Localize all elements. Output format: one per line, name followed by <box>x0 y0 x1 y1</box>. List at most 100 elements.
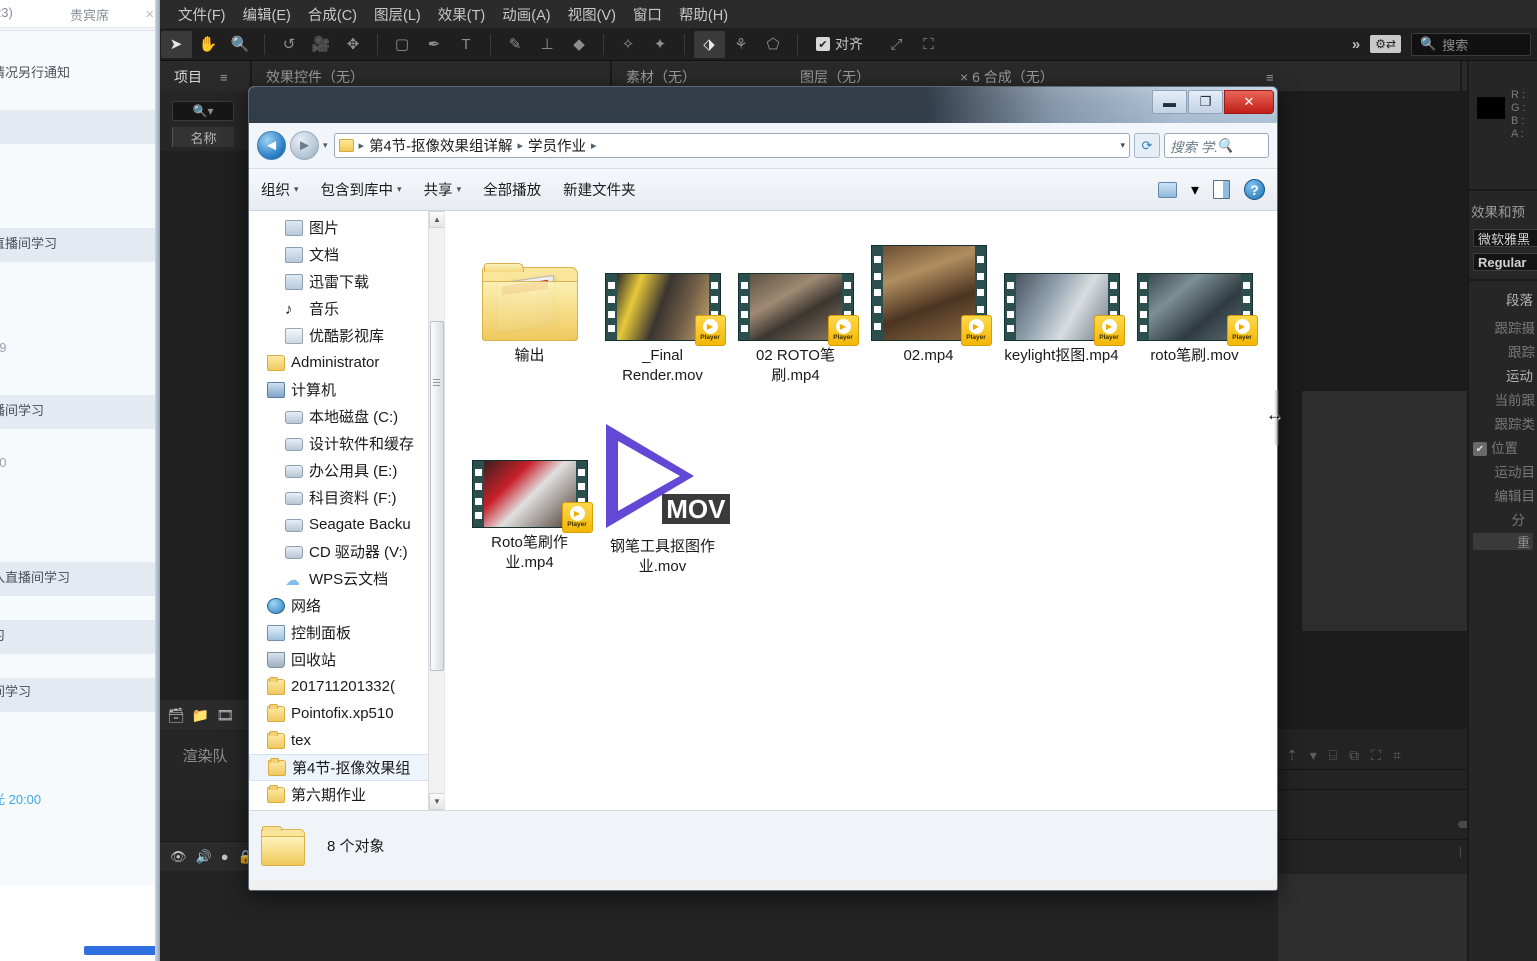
bin-icon[interactable]: 🗃 <box>167 707 185 724</box>
tree-item-cd-drive-v[interactable]: CD 驱动器 (V:) <box>249 538 444 565</box>
tree-item-subject-data-f[interactable]: 科目资料 (F:) <box>249 484 444 511</box>
file-item-output-folder[interactable]: 输出 <box>463 227 596 386</box>
project-panel-menu-icon[interactable]: ≡ <box>220 70 228 85</box>
tree-item-control-panel[interactable]: 控制面板 <box>249 619 444 646</box>
forward-button[interactable]: ► <box>290 131 319 160</box>
camera-tool-icon[interactable]: 🎥 <box>306 31 337 58</box>
tree-item-section4-keying[interactable]: 第4节-抠像效果组 <box>249 754 444 781</box>
chevron-down-icon[interactable]: ▾ <box>323 140 328 151</box>
tree-item-seagate-backup[interactable]: Seagate Backu <box>249 511 444 538</box>
eye-icon[interactable]: 👁 <box>170 849 187 865</box>
scroll-down-icon[interactable]: ▼ <box>429 793 444 810</box>
composition-panel-menu-icon[interactable]: ≡ <box>1266 70 1274 85</box>
tab-effect-controls[interactable]: 效果控件（无） <box>266 67 364 87</box>
clone-stamp-tool-icon[interactable]: ⊥ <box>532 31 563 58</box>
file-item-roto-brush-homework[interactable]: ▶ Player Roto笔刷作业.mp4 <box>463 414 596 577</box>
pen-tool-icon[interactable]: ✒ <box>419 31 450 58</box>
tab-project[interactable]: 项目 <box>174 67 202 93</box>
close-button[interactable]: ✕ <box>1224 90 1274 114</box>
file-item-pen-tool-keying-homework[interactable]: MOV 钢笔工具抠图作业.mov <box>596 414 730 577</box>
webpage-row-5[interactable] <box>0 620 160 654</box>
menu-help[interactable]: 帮助(H) <box>679 4 728 25</box>
menu-composition[interactable]: 合成(C) <box>308 4 357 25</box>
shape-tool-icon[interactable]: ▢ <box>387 31 418 58</box>
text-tool-icon[interactable]: T <box>451 31 482 58</box>
organize-button[interactable]: 组织 ▾ <box>261 179 299 200</box>
snap-toggle[interactable]: ✔ 对齐 <box>816 34 863 54</box>
tree-item-office-tools-e[interactable]: 办公用具 (E:) <box>249 457 444 484</box>
roto-brush-tool-icon[interactable]: ✧ <box>613 31 644 58</box>
chevron-right-icon[interactable]: » <box>1352 36 1360 53</box>
tree-item-local-disk-c[interactable]: 本地磁盘 (C:) <box>249 403 444 430</box>
tree-item-administrator[interactable]: Administrator <box>249 349 444 376</box>
film-icon[interactable]: 🎞 <box>216 707 234 724</box>
menu-layer[interactable]: 图层(L) <box>374 4 421 25</box>
title-bar[interactable]: ▬ ❐ ✕ <box>249 87 1277 123</box>
refresh-button[interactable]: ⟳ <box>1134 133 1160 158</box>
hand-tool-icon[interactable]: ✋ <box>193 31 224 58</box>
tree-item-computer[interactable]: 计算机 <box>249 376 444 403</box>
address-dropdown-icon[interactable]: ▾ <box>1120 140 1125 151</box>
tracker-reset-button[interactable]: 重 <box>1473 533 1533 550</box>
webpage-accent-bar[interactable] <box>84 946 156 955</box>
help-icon[interactable]: ? <box>1244 179 1265 200</box>
webpage-row-1[interactable] <box>0 110 160 144</box>
navigation-pane[interactable]: 图片 文档 迅雷下载 ♪ 音乐 优酷影视库 Administrator 计算机 本… <box>249 211 445 810</box>
chevron-down-icon[interactable]: ▾ <box>1191 180 1199 200</box>
change-view-icon[interactable] <box>1157 181 1177 198</box>
rotation-tool-icon[interactable]: ↺ <box>274 31 305 58</box>
workspace-switch-icon[interactable]: ⚙⇄ <box>1370 35 1401 53</box>
menu-animation[interactable]: 动画(A) <box>502 4 550 25</box>
tree-item-network[interactable]: 网络 <box>249 592 444 619</box>
minimize-button[interactable]: ▬ <box>1152 90 1187 114</box>
selection-tool-icon[interactable]: ➤ <box>160 30 192 58</box>
file-list-pane[interactable]: 输出 ▶ Player _Final Render.mov ▶ Player 0… <box>445 211 1277 810</box>
tree-item-recycle-bin[interactable]: 回收站 <box>249 646 444 673</box>
menu-window[interactable]: 窗口 <box>633 4 662 25</box>
file-item-02-mp4[interactable]: ▶ Player 02.mp4 <box>862 227 995 366</box>
tree-item-design-software-cache[interactable]: 设计软件和缓存 <box>249 430 444 457</box>
tracker-row-0[interactable]: 跟踪摄 <box>1469 317 1537 337</box>
tree-item-201711201332[interactable]: 201711201332( <box>249 673 444 700</box>
tree-item-thunder-downloads[interactable]: 迅雷下载 <box>249 268 444 295</box>
motion-blur-icon[interactable]: ⌸ <box>1329 747 1337 764</box>
menu-view[interactable]: 视图(V) <box>568 4 616 25</box>
font-family-field[interactable]: 微软雅黑 <box>1473 229 1537 247</box>
graph-icon[interactable]: ⌗ <box>1393 747 1401 764</box>
tracker-position-row[interactable]: ✔ 位置 <box>1469 437 1537 457</box>
puppet-starch-tool-icon[interactable]: ⚘ <box>726 31 757 58</box>
tree-item-youku-library[interactable]: 优酷影视库 <box>249 322 444 349</box>
address-bar[interactable]: ▸ 第4节-抠像效果组详解 ▸ 学员作业 ▸ ▾ <box>333 133 1130 158</box>
pan-behind-tool-icon[interactable]: ✥ <box>338 31 369 58</box>
tree-item-pointofix[interactable]: Pointofix.xp510 <box>249 700 444 727</box>
tree-item-wps-cloud[interactable]: ☁ WPS云文档 <box>249 565 444 592</box>
breadcrumb-item-0[interactable]: 第4节-抠像效果组详解 <box>369 135 512 156</box>
folder-icon[interactable]: 📁 <box>192 707 209 724</box>
align-tool-icon[interactable]: ⤢ <box>881 31 912 58</box>
project-column-name[interactable]: 名称 <box>172 127 234 147</box>
project-list[interactable] <box>160 151 250 741</box>
breadcrumb-item-1[interactable]: 学员作业 <box>528 135 586 156</box>
navigation-scrollbar[interactable]: ▲ ▼ <box>428 211 444 810</box>
puppet-pin-tool-icon[interactable]: ✦ <box>645 31 676 58</box>
back-button[interactable]: ◄ <box>257 131 286 160</box>
tree-item-music[interactable]: ♪ 音乐 <box>249 295 444 322</box>
menu-effect[interactable]: 效果(T) <box>438 4 486 25</box>
brush-tool-icon[interactable]: ✎ <box>500 31 531 58</box>
file-item-roto-brush-mov[interactable]: ▶ Player roto笔刷.mov <box>1128 227 1261 386</box>
tree-item-tex[interactable]: tex <box>249 727 444 754</box>
file-item-keylight-keying[interactable]: ▶ Player keylight抠图.mp4 <box>995 227 1128 386</box>
tree-item-sixth-homework[interactable]: 第六期作业 <box>249 781 444 808</box>
play-all-button[interactable]: 全部播放 <box>483 179 541 200</box>
tree-item-documents[interactable]: 文档 <box>249 241 444 268</box>
tracker-row-1[interactable]: 跟踪 <box>1469 341 1537 361</box>
tab-composition[interactable]: × 6 合成（无） <box>960 67 1054 87</box>
brainstorm-icon[interactable]: ⛶ <box>1371 747 1381 764</box>
menu-file[interactable]: 文件(F) <box>178 4 226 25</box>
search-box[interactable]: 搜索 学... 🔍 <box>1164 133 1269 158</box>
paragraph-title[interactable]: 段落 <box>1469 289 1537 309</box>
preview-pane-icon[interactable] <box>1213 180 1230 199</box>
tree-item-pictures[interactable]: 图片 <box>249 214 444 241</box>
project-search-input[interactable]: 🔍▾ <box>172 101 234 121</box>
font-style-field[interactable]: Regular <box>1473 253 1537 271</box>
